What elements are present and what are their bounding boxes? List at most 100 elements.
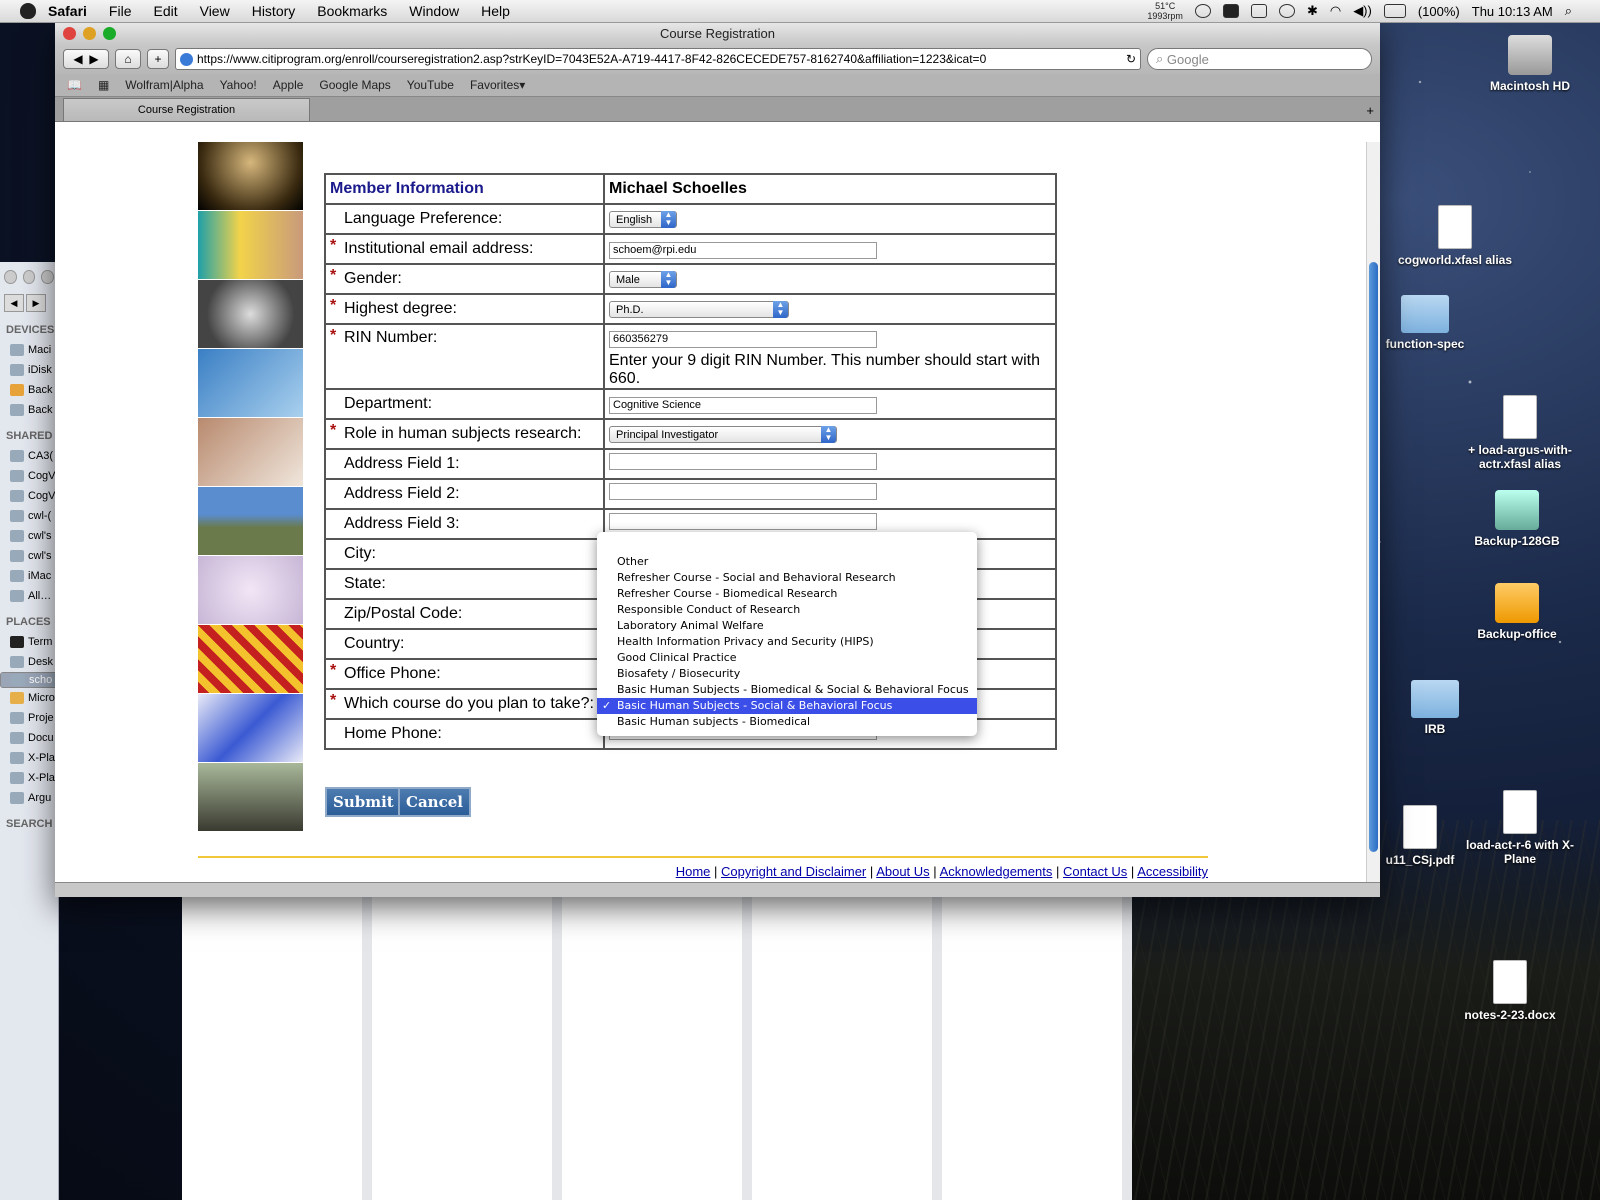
address-bar[interactable]: https://www.citiprogram.org/enroll/cours… [175,48,1141,70]
bookmark-youtube[interactable]: YouTube [407,78,454,92]
add-bookmark-button[interactable]: + [147,49,169,69]
finder-item[interactable]: All… [0,586,58,606]
battery-percent[interactable]: (100%) [1418,4,1460,19]
finder-item[interactable]: X-Pla [0,768,58,788]
menu-history[interactable]: History [252,3,296,19]
course-option[interactable]: Biosafety / Biosecurity [597,666,977,682]
course-option[interactable]: Basic Human subjects - Biomedical [597,714,977,730]
menu-edit[interactable]: Edit [153,3,177,19]
display-icon[interactable] [1250,4,1267,18]
course-option-selected[interactable]: ✓ Basic Human Subjects - Social & Behavio… [597,698,977,714]
zoom-icon[interactable] [41,270,55,284]
finder-item[interactable]: Term [0,632,58,652]
back-icon[interactable]: ◀ [4,294,24,312]
course-option[interactable]: Good Clinical Practice [597,650,977,666]
bookmark-google-maps[interactable]: Google Maps [319,78,390,92]
footer-link-acknowledgements[interactable]: Acknowledgements [940,864,1053,879]
desktop-icon-notes[interactable]: notes-2-23.docx [1440,960,1580,1022]
tab-course-registration[interactable]: Course Registration [63,98,310,121]
finder-item[interactable]: scho [0,672,58,688]
finder-item[interactable]: cwl's [0,546,58,566]
address1-field[interactable] [609,453,877,470]
menu-file[interactable]: File [109,3,132,19]
clock[interactable]: Thu 10:13 AM [1472,4,1553,19]
finder-item[interactable]: CogV [0,466,58,486]
footer-link-home[interactable]: Home [676,864,711,879]
cancel-button[interactable]: Cancel [398,787,471,817]
forward-icon[interactable]: ▶ [26,294,46,312]
close-icon[interactable] [4,270,17,284]
dropbox-icon[interactable] [1222,4,1239,18]
time-machine-icon[interactable] [1278,4,1295,18]
finder-item[interactable]: Docu [0,728,58,748]
footer-link-contact[interactable]: Contact Us [1063,864,1127,879]
back-icon[interactable]: ◀ [73,52,82,66]
battery-icon[interactable] [1383,4,1406,18]
address2-field[interactable] [609,483,877,500]
department-field[interactable]: Cognitive Science [609,396,877,414]
finder-item[interactable]: iDisk [0,360,58,380]
chat-icon[interactable] [1194,4,1211,18]
degree-select[interactable]: Ph.D. ▲ ▼ [609,301,789,319]
apple-icon[interactable] [20,3,36,19]
course-option[interactable]: Refresher Course - Social and Behavioral… [597,570,977,586]
finder-item[interactable]: Proje [0,708,58,728]
finder-item[interactable]: Back [0,400,58,420]
menu-bookmarks[interactable]: Bookmarks [317,3,387,19]
home-button[interactable]: ⌂ [115,49,141,69]
email-field[interactable]: schoem@rpi.edu [609,241,877,259]
desktop-icon-irb[interactable]: IRB [1365,680,1505,736]
bookmark-favorites[interactable]: Favorites▾ [470,78,525,92]
course-option[interactable]: Basic Human Subjects - Biomedical & Soci… [597,682,977,698]
menu-view[interactable]: View [200,3,230,19]
finder-item[interactable]: X-Pla [0,748,58,768]
finder-item[interactable]: CogV [0,486,58,506]
finder-item[interactable]: Micro [0,688,58,708]
desktop-icon-load-act-r[interactable]: load-act-r-6 with X-Plane [1450,790,1590,866]
menu-help[interactable]: Help [481,3,510,19]
forward-icon[interactable]: ▶ [89,52,98,66]
course-option[interactable]: Health Information Privacy and Security … [597,634,977,650]
course-option[interactable]: Other [597,554,977,570]
course-option[interactable]: Responsible Conduct of Research [597,602,977,618]
bookmark-yahoo[interactable]: Yahoo! [220,78,257,92]
course-option[interactable]: Refresher Course - Biomedical Research [597,586,977,602]
desktop-icon-backup-128gb[interactable]: Backup-128GB [1447,490,1587,548]
wifi-icon[interactable]: ◠ [1330,3,1341,19]
finder-item[interactable]: Maci [0,340,58,360]
language-select[interactable]: English ▲ ▼ [609,211,677,229]
bookmark-wolfram[interactable]: Wolfram|Alpha [125,78,203,92]
desktop-icon-macintosh-hd[interactable]: Macintosh HD [1460,35,1600,93]
menu-app[interactable]: Safari [48,3,87,19]
vertical-scrollbar[interactable] [1366,142,1380,882]
reading-list-icon[interactable]: 📖 [67,78,82,92]
bookmark-apple[interactable]: Apple [273,78,304,92]
role-select[interactable]: Principal Investigator ▲ ▼ [609,426,837,444]
footer-link-about[interactable]: About Us [876,864,929,879]
search-field[interactable]: ⌕ Google [1147,48,1372,70]
temperature-readout[interactable]: 51°C 1993rpm [1147,1,1183,21]
menu-window[interactable]: Window [409,3,459,19]
finder-item[interactable]: cwl-( [0,506,58,526]
submit-button[interactable]: Submit [325,787,402,817]
finder-item[interactable]: CA3( [0,446,58,466]
footer-link-copyright[interactable]: Copyright and Disclaimer [721,864,866,879]
new-tab-icon[interactable]: + [1366,103,1374,118]
scrollbar-thumb[interactable] [1369,262,1378,852]
desktop-icon-backup-office[interactable]: Backup-office [1447,583,1587,641]
finder-item[interactable]: Back [0,380,58,400]
minimize-icon[interactable] [22,270,36,284]
address3-field[interactable] [609,513,877,530]
footer-link-accessibility[interactable]: Accessibility [1137,864,1208,879]
finder-item[interactable]: cwl's [0,526,58,546]
reload-icon[interactable]: ↻ [1126,52,1136,66]
top-sites-icon[interactable]: ▦ [98,78,109,92]
gender-select[interactable]: Male ▲ ▼ [609,271,677,289]
spotlight-icon[interactable]: ⌕ [1565,3,1572,19]
course-option[interactable]: Laboratory Animal Welfare [597,618,977,634]
finder-item[interactable]: Argu [0,788,58,808]
bluetooth-icon[interactable]: ✱ [1307,3,1318,19]
finder-item[interactable]: Desk [0,652,58,672]
desktop-icon-load-argus[interactable]: + load-argus-with-actr.xfasl alias [1450,395,1590,471]
rin-field[interactable]: 660356279 [609,331,877,348]
